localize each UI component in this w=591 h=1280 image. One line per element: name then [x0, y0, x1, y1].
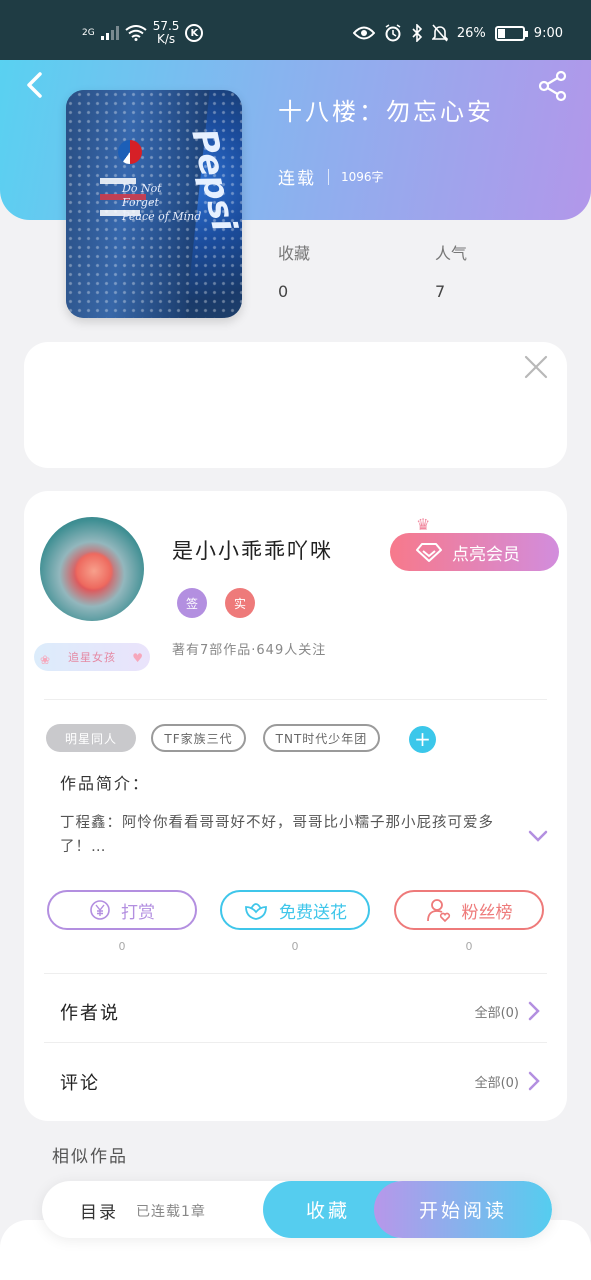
status-left: 2G 57.5 K/s K	[82, 19, 204, 46]
author-note-title[interactable]: 作者说	[60, 999, 120, 1025]
book-status: 连载	[278, 169, 316, 189]
intro-text[interactable]: 丁程鑫：阿怜你看看哥哥好不好，哥哥比小糯子那小屁孩可爱多了！…	[60, 811, 510, 859]
status-right: 26% 9:00	[352, 24, 563, 42]
chevron-right-icon	[528, 1001, 540, 1021]
alarm-icon	[385, 24, 401, 42]
battery-percent: 26%	[456, 25, 486, 41]
fan-user-icon	[426, 899, 450, 923]
signal-icon	[100, 26, 119, 40]
chevron-down-icon[interactable]	[526, 824, 550, 848]
heart-icon: ❀	[40, 653, 52, 667]
add-tag-button[interactable]: +	[409, 726, 436, 753]
send-flower-button[interactable]: 免费送花	[220, 890, 370, 930]
tip-button[interactable]: 打赏	[47, 890, 197, 930]
signed-tag: 签	[177, 588, 207, 618]
status-bar: 2G 57.5 K/s K 26% 9:00	[0, 0, 591, 60]
book-title: 十八楼：勿忘心安	[278, 98, 494, 126]
bottom-action-bar: 目录 已连载1章 收藏 开始阅读	[42, 1181, 552, 1238]
vip-button[interactable]: 点亮会员	[390, 533, 559, 571]
word-count: 1096字	[341, 170, 384, 184]
similar-works-heading: 相似作品	[52, 1147, 128, 1167]
book-detail-card: ❀ 追星女孩 ♥ 是小小乖乖吖咪 签 实 著有7部作品·649人关注 ♛ 点亮会…	[24, 491, 567, 1121]
divider	[44, 973, 547, 974]
fan-count: 0	[465, 940, 473, 953]
start-reading-button[interactable]: 开始阅读	[374, 1181, 552, 1238]
wifi-icon	[125, 25, 147, 41]
tip-count: 0	[118, 940, 126, 953]
tag-chip[interactable]: TNT时代少年团	[263, 724, 380, 752]
close-icon[interactable]	[523, 354, 549, 380]
share-icon[interactable]	[537, 70, 569, 102]
flower-icon	[245, 903, 267, 920]
author-description: 著有7部作品·649人关注	[172, 643, 327, 658]
divider	[44, 699, 547, 700]
pepsi-logo	[118, 140, 142, 164]
verified-tag: 实	[225, 588, 255, 618]
author-badge: ❀ 追星女孩 ♥	[34, 643, 150, 671]
ad-card	[24, 342, 567, 468]
meta-divider	[328, 168, 329, 185]
mute-bell-icon	[431, 24, 448, 42]
book-meta: 连载 1096字	[278, 164, 384, 189]
battery-icon	[494, 25, 528, 41]
bluetooth-icon	[412, 24, 423, 42]
catalog-button[interactable]: 目录	[80, 1198, 118, 1223]
back-button[interactable]	[20, 70, 50, 100]
author-name[interactable]: 是小小乖乖吖咪	[172, 535, 333, 565]
clock: 9:00	[533, 25, 563, 41]
tag-chip[interactable]: 明星同人	[46, 724, 136, 752]
heart-icon: ♥	[132, 651, 144, 665]
chapter-status: 已连载1章	[136, 1204, 206, 1220]
network-speed: 57.5 K/s	[152, 19, 180, 46]
stat-popularity: 人气 7	[435, 244, 468, 301]
fan-ranking-button[interactable]: 粉丝榜	[394, 890, 544, 930]
network-type: 2G	[82, 28, 95, 38]
stat-favorites: 收藏 0	[278, 244, 311, 301]
cover-caption: Do Not Forget Peace of Mind	[122, 182, 202, 223]
comments-title[interactable]: 评论	[60, 1069, 100, 1095]
comments-all[interactable]: 全部(0)	[475, 1071, 541, 1091]
yen-coin-icon	[90, 900, 110, 920]
diamond-icon	[416, 543, 442, 562]
divider	[44, 1042, 547, 1043]
author-avatar[interactable]	[40, 517, 144, 621]
tag-chip[interactable]: TF家族三代	[151, 724, 246, 752]
author-note-all[interactable]: 全部(0)	[475, 1001, 541, 1021]
eye-icon	[352, 26, 375, 40]
book-cover[interactable]: Pepsi Do Not Forget Peace of Mind	[66, 90, 242, 318]
flower-count: 0	[291, 940, 299, 953]
k-icon: K	[185, 24, 204, 42]
chevron-right-icon	[528, 1071, 540, 1091]
intro-heading: 作品简介：	[60, 774, 151, 793]
crown-icon: ♛	[416, 515, 431, 534]
